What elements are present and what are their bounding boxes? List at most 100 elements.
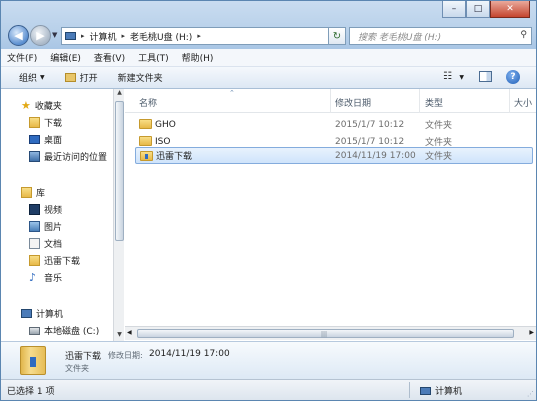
scroll-left-icon[interactable]: ◀: [127, 329, 132, 336]
new-folder-label: 新建文件夹: [117, 74, 163, 84]
column-date[interactable]: 修改日期: [335, 96, 371, 109]
search-icon[interactable]: ⚲: [520, 30, 527, 40]
menu-file[interactable]: 文件(F): [7, 51, 37, 64]
hard-drive-icon: [29, 326, 40, 335]
scrollbar-thumb[interactable]: |||: [137, 329, 514, 338]
nav-item-downloads[interactable]: 下载: [29, 116, 62, 129]
resize-grip-icon[interactable]: ⋰: [527, 390, 534, 398]
nav-item-desktop[interactable]: 桌面: [29, 133, 62, 146]
file-list-horizontal-scrollbar[interactable]: ◀ ||| ▶: [125, 326, 536, 340]
column-name[interactable]: 名称: [139, 96, 157, 109]
refresh-button[interactable]: ↻: [328, 27, 346, 45]
change-view-icon[interactable]: ☷: [443, 71, 452, 82]
selection-count: 已选择 1 项: [7, 387, 55, 397]
folder-icon: [139, 136, 152, 146]
file-name: GHO: [155, 119, 176, 130]
file-name: 迅雷下载: [156, 152, 193, 162]
menu-edit[interactable]: 编辑(E): [50, 51, 81, 64]
column-size[interactable]: 大小: [514, 96, 532, 109]
column-divider[interactable]: [330, 89, 331, 113]
breadcrumb-separator-icon[interactable]: ▸: [122, 32, 126, 40]
nav-item-label: 下载: [44, 119, 63, 129]
forward-button[interactable]: ▶: [30, 25, 51, 46]
nav-item-label: 本地磁盘 (C:): [44, 327, 100, 337]
pictures-icon: [29, 221, 40, 232]
search-box[interactable]: 搜索 老毛桃U盘 (H:) ⚲: [349, 27, 532, 45]
organize-button[interactable]: 组织 ▼: [19, 71, 45, 84]
desktop-icon: [29, 135, 40, 144]
column-divider[interactable]: [509, 89, 510, 113]
status-location: 计算机: [420, 384, 462, 397]
music-icon: ♪: [29, 271, 37, 284]
nav-item-videos[interactable]: 视频: [29, 203, 62, 216]
file-date: 2015/1/7 10:12: [335, 119, 405, 130]
help-icon[interactable]: ?: [506, 70, 520, 84]
address-bar[interactable]: ▸ 计算机 ▸ 老毛桃U盘 (H:) ▸ ▼: [61, 27, 345, 45]
videos-icon: [29, 204, 40, 215]
nav-item-label: 音乐: [44, 274, 63, 284]
file-row[interactable]: GHO 2015/1/7 10:12 文件夹: [135, 116, 533, 133]
scroll-up-icon[interactable]: ▲: [114, 89, 125, 99]
nav-item-local-disk-c[interactable]: 本地磁盘 (C:): [29, 324, 99, 337]
nav-computer[interactable]: 计算机: [21, 307, 63, 320]
title-bar: – □ ✕ ◀ ▶ ▼ ▸ 计算机 ▸ 老毛桃U盘 (H:) ▸ ▼ ↻ 搜索 …: [1, 1, 536, 49]
back-button[interactable]: ◀: [8, 25, 29, 46]
caption-buttons: – □ ✕: [442, 1, 530, 18]
download-folder-icon: [140, 151, 153, 161]
nav-libraries[interactable]: 库: [21, 186, 45, 199]
nav-item-documents[interactable]: 文档: [29, 237, 62, 250]
menu-bar: 文件(F) 编辑(E) 查看(V) 工具(T) 帮助(H): [1, 49, 536, 67]
file-name: ISO: [155, 136, 171, 147]
nav-item-thunder-downloads[interactable]: 迅雷下载: [29, 254, 80, 267]
breadcrumb-computer[interactable]: 计算机: [90, 30, 117, 43]
thunder-downloads-icon: [29, 255, 40, 266]
scroll-right-icon[interactable]: ▶: [529, 329, 534, 336]
nav-item-label: 迅雷下载: [44, 257, 81, 267]
menu-help[interactable]: 帮助(H): [182, 51, 214, 64]
breadcrumb-drive[interactable]: 老毛桃U盘 (H:): [130, 30, 192, 43]
search-placeholder: 搜索 老毛桃U盘 (H:): [358, 32, 442, 43]
star-icon: ★: [21, 99, 31, 112]
menu-view[interactable]: 查看(V): [94, 51, 125, 64]
menu-tools[interactable]: 工具(T): [138, 51, 169, 64]
open-icon: [64, 73, 76, 82]
column-divider[interactable]: [419, 89, 420, 113]
nav-favorites[interactable]: ★ 收藏夹: [21, 99, 62, 112]
open-button[interactable]: 打开: [64, 71, 98, 84]
minimize-button[interactable]: –: [442, 1, 466, 18]
computer-icon: [21, 309, 32, 318]
recent-pages-dropdown-icon[interactable]: ▼: [52, 31, 57, 39]
nav-item-label: 桌面: [44, 136, 63, 146]
column-type[interactable]: 类型: [425, 96, 443, 109]
documents-icon: [29, 238, 40, 249]
status-divider: [409, 382, 410, 398]
file-type: 文件夹: [425, 152, 453, 162]
nav-item-label: 图片: [44, 223, 63, 233]
details-name: 迅雷下载: [65, 352, 102, 362]
scrollbar-thumb[interactable]: [115, 101, 124, 241]
preview-pane-icon[interactable]: [479, 71, 492, 82]
file-list: ⌃ 名称 修改日期 类型 大小 GHO 2015/1/7 10:12 文件夹 I…: [125, 89, 536, 341]
nav-favorites-label: 收藏夹: [34, 102, 62, 112]
downloads-folder-icon: [29, 117, 40, 128]
navigation-pane-scrollbar[interactable]: ▲ ▼: [113, 89, 124, 341]
maximize-button[interactable]: □: [466, 1, 490, 18]
scroll-down-icon[interactable]: ▼: [114, 331, 125, 341]
new-folder-button[interactable]: 新建文件夹: [118, 71, 163, 84]
command-bar: 组织 ▼ 打开 新建文件夹: [1, 67, 536, 89]
organize-label: 组织: [19, 74, 38, 84]
large-folder-icon: [20, 346, 46, 375]
breadcrumb-separator-icon[interactable]: ▸: [81, 32, 85, 40]
nav-item-label: 视频: [44, 206, 63, 216]
nav-item-music[interactable]: ♪ 音乐: [29, 271, 62, 284]
file-row-selected[interactable]: 迅雷下载 2014/11/19 17:00 文件夹: [135, 147, 533, 164]
view-options-chevron-down-icon[interactable]: ▼: [459, 74, 464, 81]
breadcrumb-separator-icon[interactable]: ▸: [197, 32, 201, 40]
nav-item-recent-places[interactable]: 最近访问的位置: [29, 150, 107, 163]
column-header: ⌃ 名称 修改日期 类型 大小: [125, 89, 536, 113]
status-bar: 已选择 1 项 计算机 ⋰: [1, 379, 536, 400]
refresh-icon: ↻: [332, 30, 342, 42]
nav-item-pictures[interactable]: 图片: [29, 220, 62, 233]
close-button[interactable]: ✕: [490, 1, 530, 18]
explorer-window: – □ ✕ ◀ ▶ ▼ ▸ 计算机 ▸ 老毛桃U盘 (H:) ▸ ▼ ↻ 搜索 …: [0, 0, 537, 401]
